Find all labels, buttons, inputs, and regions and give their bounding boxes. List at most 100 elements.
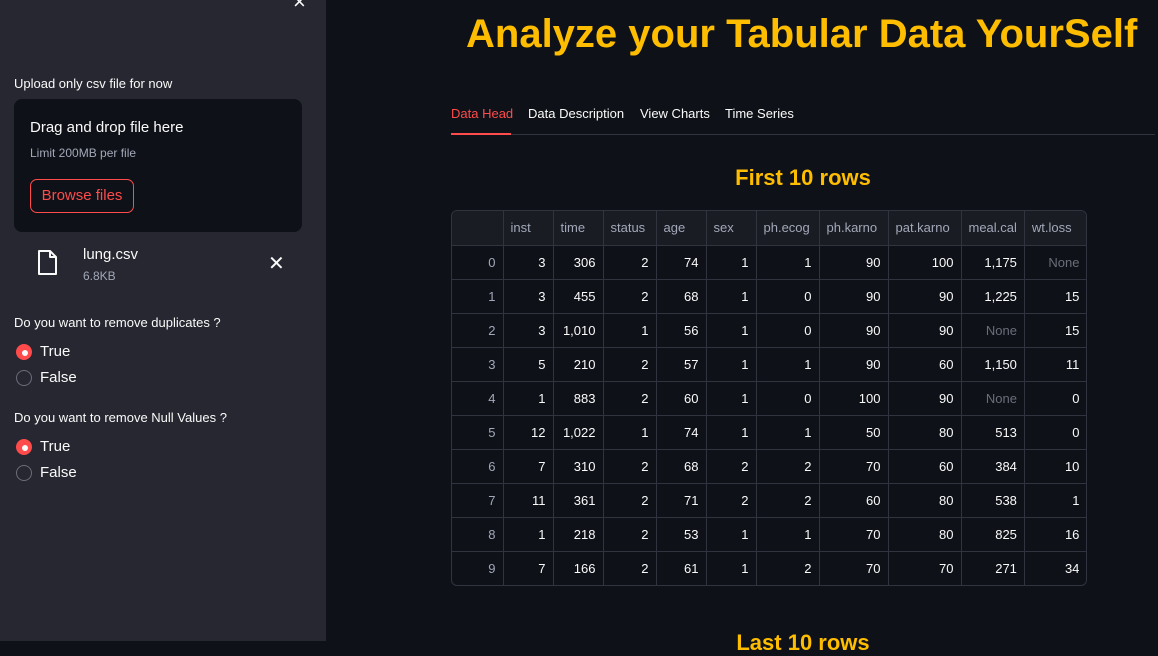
table-cell[interactable]: 1,150 [961,347,1025,382]
remove-file-icon[interactable]: ✕ [268,254,285,274]
column-header[interactable]: wt.loss [1024,211,1087,246]
table-cell[interactable]: 2 [603,551,657,585]
tab-view-charts[interactable]: View Charts [640,106,710,121]
table-cell[interactable]: 90 [888,381,962,416]
table-cell[interactable]: 1 [706,279,757,314]
table-cell[interactable]: 1 [603,313,657,348]
table-cell[interactable]: 12 [503,415,554,450]
row-index[interactable]: 3 [452,347,504,382]
table-cell[interactable]: 74 [656,415,707,450]
table-cell[interactable]: 11 [1024,347,1087,382]
column-header[interactable]: age [656,211,707,246]
table-cell[interactable]: 306 [553,245,604,280]
table-cell[interactable]: 1 [603,415,657,450]
duplicates-radio-false[interactable]: False [16,369,77,386]
column-header[interactable]: status [603,211,657,246]
table-cell[interactable]: 2 [603,279,657,314]
table-cell[interactable]: 70 [888,551,962,585]
column-header[interactable]: pat.karno [888,211,962,246]
table-cell[interactable]: 0 [1024,381,1087,416]
table-cell[interactable]: 1 [706,313,757,348]
table-cell[interactable]: 1 [1024,483,1087,518]
table-cell[interactable]: 2 [603,245,657,280]
table-cell[interactable]: 1 [503,381,554,416]
table-cell[interactable]: 90 [819,347,889,382]
row-index[interactable]: 8 [452,517,504,552]
table-cell[interactable]: 1 [756,517,820,552]
table-cell[interactable]: 7 [503,551,554,585]
row-index[interactable]: 4 [452,381,504,416]
table-cell[interactable]: 74 [656,245,707,280]
radio-unselected-icon[interactable] [16,369,32,386]
table-cell[interactable]: 1,225 [961,279,1025,314]
table-cell[interactable]: 90 [819,313,889,348]
file-dropzone[interactable]: Drag and drop file here Limit 200MB per … [14,99,302,232]
null-radio-true[interactable]: True [16,438,70,455]
table-cell[interactable]: 90 [819,279,889,314]
row-index[interactable]: 2 [452,313,504,348]
table-cell[interactable]: 1 [756,347,820,382]
row-index[interactable]: 1 [452,279,504,314]
table-cell[interactable]: 2 [756,483,820,518]
table-cell[interactable]: 166 [553,551,604,585]
row-index[interactable]: 7 [452,483,504,518]
table-cell[interactable]: 3 [503,279,554,314]
table-cell[interactable]: 361 [553,483,604,518]
close-sidebar-icon[interactable]: × [293,0,306,13]
table-cell[interactable]: 70 [819,517,889,552]
table-cell[interactable]: 1 [756,245,820,280]
table-cell[interactable]: 1,175 [961,245,1025,280]
browse-files-button[interactable]: Browse files [30,179,134,213]
table-cell[interactable]: 2 [603,449,657,484]
table-cell[interactable]: 1 [706,517,757,552]
index-header[interactable] [452,211,504,246]
table-cell[interactable]: 56 [656,313,707,348]
table-cell[interactable]: 883 [553,381,604,416]
table-cell[interactable]: 2 [706,449,757,484]
table-cell[interactable]: None [1024,245,1087,280]
tab-data-head[interactable]: Data Head [451,106,513,121]
tab-data-description[interactable]: Data Description [528,106,624,121]
table-cell[interactable]: 2 [756,551,820,585]
table-cell[interactable]: 0 [756,313,820,348]
table-cell[interactable]: 57 [656,347,707,382]
table-cell[interactable]: 2 [603,483,657,518]
table-cell[interactable]: 5 [503,347,554,382]
table-cell[interactable]: 70 [819,551,889,585]
table-cell[interactable]: 61 [656,551,707,585]
column-header[interactable]: ph.ecog [756,211,820,246]
null-radio-false[interactable]: False [16,464,77,481]
table-cell[interactable]: 1 [503,517,554,552]
table-cell[interactable]: 11 [503,483,554,518]
table-cell[interactable]: 15 [1024,313,1087,348]
table-cell[interactable]: 2 [603,381,657,416]
table-cell[interactable]: 53 [656,517,707,552]
table-cell[interactable]: 68 [656,279,707,314]
table-cell[interactable]: 0 [756,279,820,314]
column-header[interactable]: time [553,211,604,246]
table-cell[interactable]: 1 [706,347,757,382]
table-cell[interactable]: 538 [961,483,1025,518]
row-index[interactable]: 0 [452,245,504,280]
column-header[interactable]: inst [503,211,554,246]
table-cell[interactable]: 60 [819,483,889,518]
duplicates-radio-true[interactable]: True [16,343,70,360]
table-cell[interactable]: 16 [1024,517,1087,552]
table-cell[interactable]: 100 [819,381,889,416]
table-cell[interactable]: 2 [603,347,657,382]
row-index[interactable]: 5 [452,415,504,450]
table-cell[interactable]: 0 [1024,415,1087,450]
table-cell[interactable]: 60 [888,449,962,484]
tab-time-series[interactable]: Time Series [725,106,794,121]
table-cell[interactable]: None [961,381,1025,416]
table-cell[interactable]: 50 [819,415,889,450]
table-cell[interactable]: 80 [888,517,962,552]
table-cell[interactable]: 60 [888,347,962,382]
radio-selected-icon[interactable] [16,438,32,455]
table-cell[interactable]: 15 [1024,279,1087,314]
column-header[interactable]: meal.cal [961,211,1025,246]
column-header[interactable]: sex [706,211,757,246]
table-cell[interactable]: 70 [819,449,889,484]
column-header[interactable]: ph.karno [819,211,889,246]
table-cell[interactable]: 80 [888,415,962,450]
